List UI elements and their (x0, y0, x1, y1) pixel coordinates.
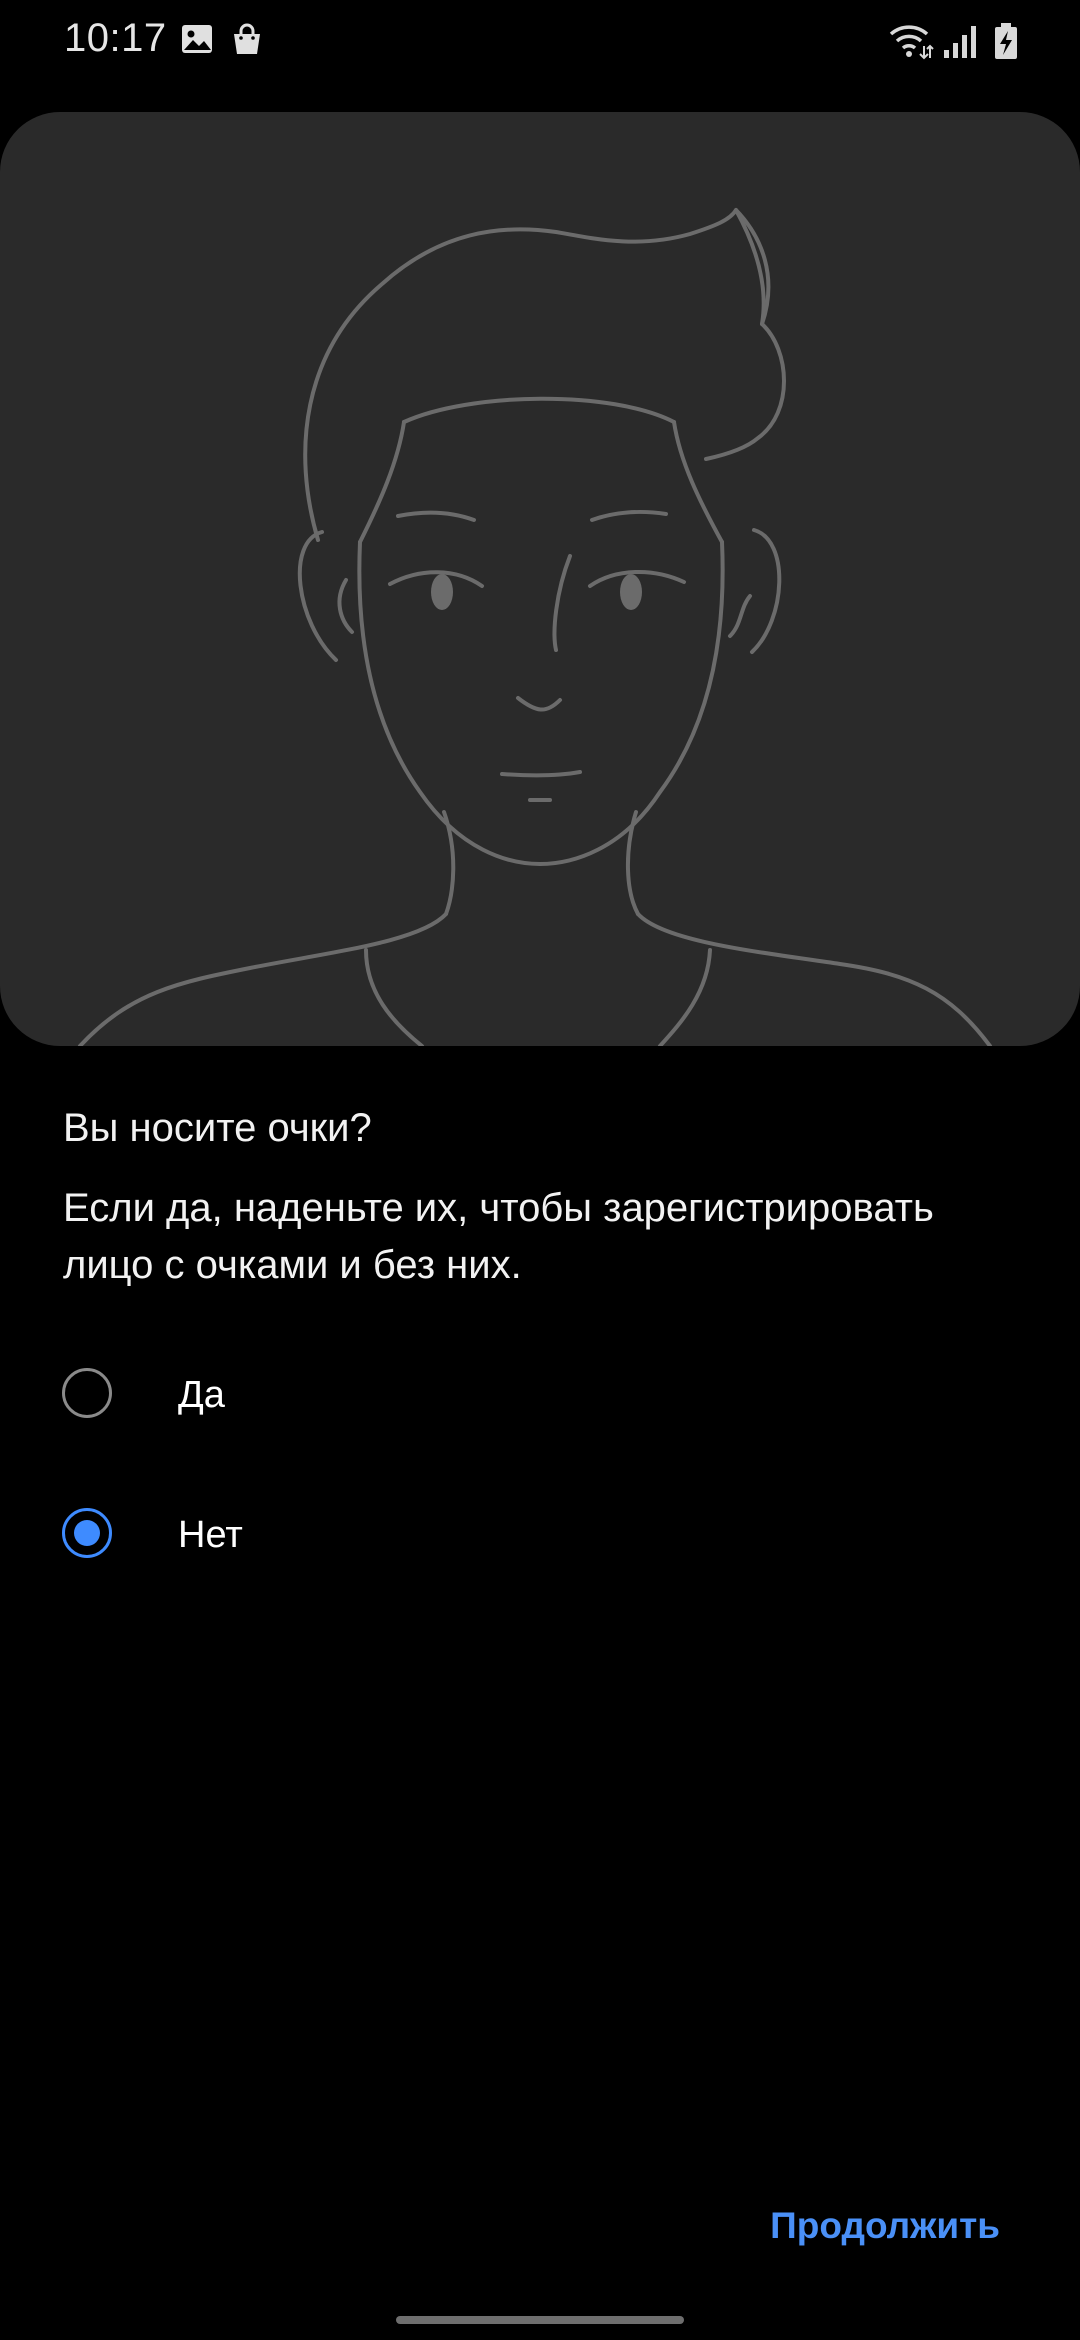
battery-charging-icon (995, 23, 1017, 59)
option-no[interactable]: Нет (40, 1480, 1040, 1590)
gallery-icon (182, 25, 212, 53)
question-description: Если да, наденьте их, чтобы зарегистриро… (63, 1186, 934, 1287)
option-no-label: Нет (178, 1514, 243, 1556)
question-title: Вы носите очки? (63, 1106, 372, 1150)
option-yes[interactable]: Да (40, 1340, 1040, 1450)
wifi-icon (889, 25, 934, 60)
shopping-bag-icon (234, 23, 260, 54)
radio-checked-icon[interactable] (62, 1508, 112, 1558)
face-illustration (0, 112, 1080, 1046)
status-time: 10:17 (64, 16, 167, 60)
signal-icon (944, 26, 976, 58)
radio-dot (74, 1520, 100, 1546)
status-bar: 10:17 (0, 0, 1080, 84)
option-yes-label: Да (178, 1374, 225, 1416)
face-outline-icon (78, 208, 992, 1046)
home-indicator[interactable] (396, 2316, 684, 2324)
radio-unchecked-icon[interactable] (62, 1368, 112, 1418)
continue-button[interactable]: Продолжить (740, 2190, 1000, 2262)
